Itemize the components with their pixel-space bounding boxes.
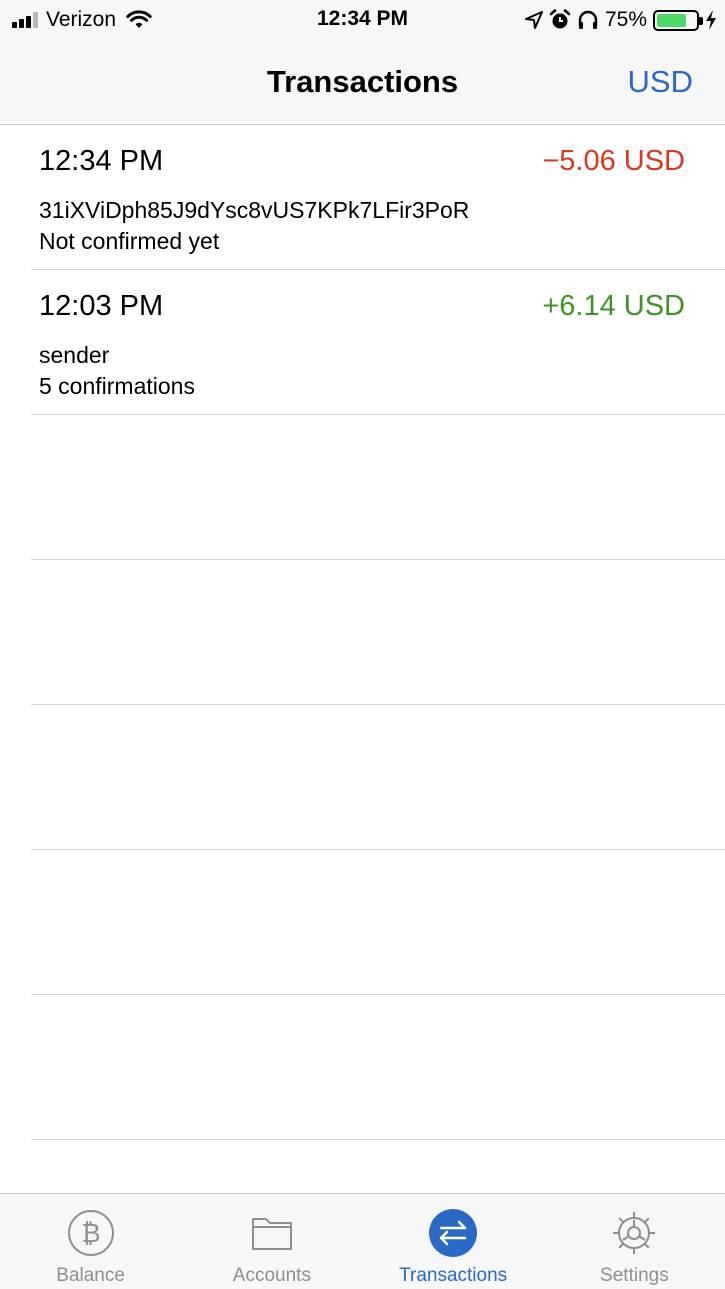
transaction-address: 31iXViDph85J9dYsc8vUS7KPk7LFir3PoR [39, 197, 470, 223]
battery-fill [657, 13, 686, 27]
charging-icon [706, 10, 716, 30]
tab-label: Balance [56, 1265, 125, 1286]
folder-icon [251, 1218, 292, 1250]
transaction-amount: −5.06 USD [542, 145, 685, 177]
gear-icon [613, 1212, 656, 1254]
svg-text:₿: ₿ [81, 1219, 100, 1249]
page-title: Transactions [266, 64, 459, 99]
tab-transactions[interactable]: Transactions [363, 1194, 544, 1289]
empty-row [31, 850, 725, 995]
status-bar: Verizon 12:34 PM 75% [0, 0, 725, 40]
transaction-status: 5 confirmations [39, 373, 195, 399]
transactions-list[interactable]: 12:34 PM −5.06 USD 31iXViDph85J9dYsc8vUS… [0, 125, 725, 1140]
empty-row [31, 705, 725, 850]
tab-label: Settings [600, 1265, 669, 1286]
transaction-time: 12:34 PM [39, 145, 164, 177]
transaction-amount: +6.14 USD [542, 290, 685, 322]
transaction-status: Not confirmed yet [39, 228, 220, 254]
transaction-time: 12:03 PM [39, 290, 164, 322]
headphones-icon [578, 10, 598, 29]
transaction-row[interactable]: 12:03 PM +6.14 USD sender 5 confirmation… [31, 270, 725, 415]
tab-accounts[interactable]: Accounts [181, 1194, 362, 1289]
tab-bar: ₿ Balance Accounts Transactions Settings [0, 1193, 725, 1289]
navigation-bar: Transactions USD [0, 40, 725, 125]
battery-percent: 75% [604, 8, 647, 31]
currency-button[interactable]: USD [628, 64, 693, 100]
empty-row [31, 415, 725, 560]
location-icon [524, 11, 543, 29]
tab-settings[interactable]: Settings [544, 1194, 725, 1289]
empty-row [31, 560, 725, 705]
transaction-address: sender [39, 342, 110, 368]
transfer-arrows-icon [429, 1209, 478, 1257]
tab-label: Transactions [399, 1265, 508, 1286]
transaction-row[interactable]: 12:34 PM −5.06 USD 31iXViDph85J9dYsc8vUS… [31, 125, 725, 270]
alarm-icon [549, 9, 571, 29]
tab-label: Accounts [232, 1265, 311, 1286]
battery-icon [653, 9, 703, 31]
tab-balance[interactable]: ₿ Balance [0, 1194, 181, 1289]
empty-row [31, 995, 725, 1140]
status-right: 75% [524, 7, 717, 33]
bitcoin-icon: ₿ [67, 1210, 114, 1256]
